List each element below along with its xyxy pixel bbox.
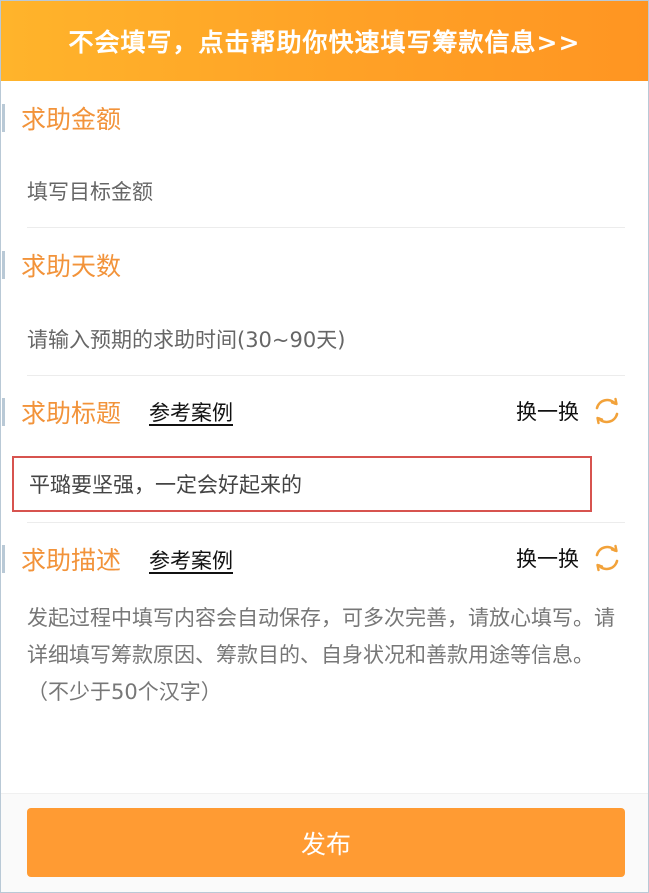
days-input[interactable]: 请输入预期的求助时间(30~90天)	[27, 324, 345, 354]
title-label: 求助标题	[21, 399, 122, 428]
publish-button[interactable]: 发布	[27, 808, 625, 877]
divider	[27, 522, 625, 523]
description-label: 求助描述	[21, 546, 122, 575]
refresh-icon	[595, 397, 619, 425]
section-marker	[2, 104, 5, 132]
section-marker	[2, 251, 5, 279]
divider	[27, 375, 625, 376]
divider	[27, 227, 625, 228]
amount-input[interactable]: 填写目标金额	[27, 176, 153, 206]
title-section-label: 求助标题	[2, 395, 121, 429]
help-banner[interactable]: 不会填写，点击帮助你快速填写筹款信息>>	[1, 1, 648, 81]
title-reference-link[interactable]: 参考案例	[149, 397, 233, 427]
section-marker	[2, 545, 5, 573]
section-marker	[2, 398, 5, 426]
title-swap-button[interactable]: 换一换	[516, 395, 623, 427]
description-section-label: 求助描述	[2, 542, 121, 576]
description-textarea[interactable]: 发起过程中填写内容会自动保存，可多次完善，请放心填写。请详细填写筹款原因、筹款目…	[27, 600, 617, 711]
amount-label: 求助金额	[21, 105, 122, 134]
days-label: 求助天数	[21, 252, 122, 281]
swap-label: 换一换	[516, 400, 579, 424]
description-reference-link[interactable]: 参考案例	[149, 545, 233, 575]
swap-label: 换一换	[516, 547, 579, 571]
title-input[interactable]: 平璐要坚强，一定会好起来的	[12, 456, 592, 512]
description-swap-button[interactable]: 换一换	[516, 542, 623, 574]
days-section-label: 求助天数	[2, 248, 121, 282]
amount-section-label: 求助金额	[2, 101, 121, 135]
refresh-icon	[595, 544, 619, 572]
